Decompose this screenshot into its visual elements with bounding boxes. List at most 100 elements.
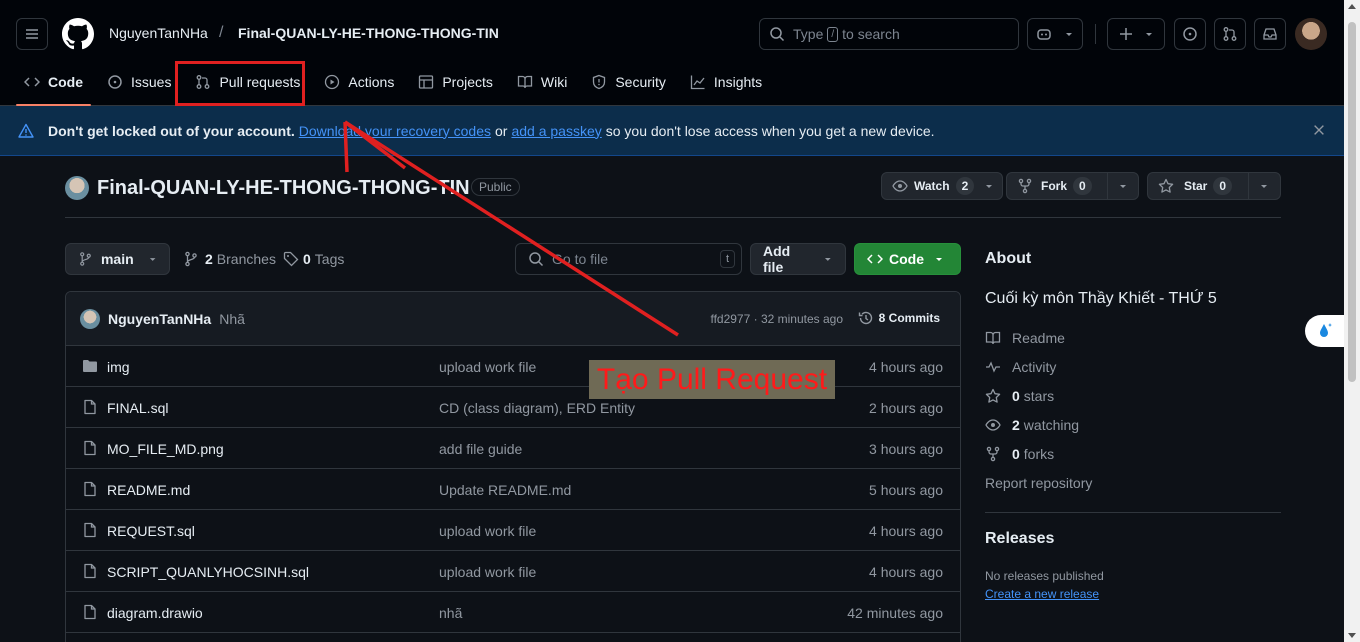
- scroll-up-arrow-icon[interactable]: [1348, 4, 1356, 9]
- scroll-down-arrow-icon[interactable]: [1348, 633, 1356, 638]
- file-commit-message[interactable]: upload work file: [439, 359, 536, 375]
- issues-button[interactable]: [1174, 18, 1206, 50]
- tags-link[interactable]: 0 Tags: [283, 251, 344, 267]
- fork-button[interactable]: Fork 0: [1006, 172, 1139, 200]
- branch-select[interactable]: main: [65, 243, 170, 275]
- tab-label: Wiki: [540, 74, 568, 90]
- file-row[interactable]: REQUEST.sql upload work file 4 hours ago: [66, 510, 960, 551]
- watching-link[interactable]: 2 watching: [985, 417, 1079, 433]
- activity-label: Activity: [1012, 359, 1057, 375]
- owner-link[interactable]: NguyenTanNHa: [109, 25, 208, 41]
- star-button[interactable]: Star 0: [1147, 172, 1281, 200]
- code-button-label: Code: [889, 251, 924, 267]
- folder-icon: [83, 360, 97, 372]
- file-name[interactable]: diagram.drawio: [107, 605, 203, 621]
- search-input[interactable]: Type / to search: [759, 18, 1019, 50]
- tab-projects[interactable]: Projects: [410, 62, 501, 102]
- repo-link[interactable]: Final-QUAN-LY-HE-THONG-THONG-TIN: [238, 25, 499, 41]
- file-commit-time: 3 hours ago: [869, 441, 943, 457]
- close-banner-button[interactable]: [1312, 123, 1326, 137]
- owner-avatar[interactable]: [65, 176, 89, 200]
- fork-count: 0: [1073, 177, 1092, 195]
- tab-security[interactable]: Security: [583, 62, 674, 102]
- chevron-down-icon: [1120, 185, 1126, 188]
- file-icon: [84, 563, 96, 579]
- copilot-button[interactable]: [1027, 18, 1083, 50]
- commit-meta[interactable]: ffd2977 · 32 minutes ago: [710, 312, 843, 326]
- file-row[interactable]: SCRIPT_QUANLYHOCSINH.sql upload work file…: [66, 551, 960, 592]
- user-avatar[interactable]: [1295, 18, 1327, 50]
- graph-icon: [690, 75, 705, 90]
- file-commit-message[interactable]: upload work file: [439, 564, 536, 580]
- inbox-button[interactable]: [1254, 18, 1286, 50]
- about-title: About: [985, 250, 1032, 267]
- tab-actions[interactable]: Actions: [316, 62, 402, 102]
- stars-link[interactable]: 0 stars: [985, 388, 1054, 404]
- tags-label: Tags: [314, 251, 345, 267]
- repo-title[interactable]: Final-QUAN-LY-HE-THONG-THONG-TIN: [97, 177, 470, 200]
- file-name[interactable]: REQUEST.sql: [107, 523, 195, 539]
- file-name[interactable]: FINAL.sql: [107, 400, 168, 416]
- tab-label: Issues: [131, 74, 172, 90]
- file-type: [82, 399, 98, 415]
- github-logo-icon[interactable]: [62, 18, 94, 50]
- file-name[interactable]: img: [107, 359, 130, 375]
- book-icon: [985, 331, 1001, 345]
- file-commit-message[interactable]: upload work file: [439, 523, 536, 539]
- file-row[interactable]: MO_FILE_MD.png add file guide 3 hours ago: [66, 428, 960, 469]
- forks-label: forks: [1023, 446, 1055, 462]
- page-scrollbar[interactable]: [1344, 0, 1360, 642]
- file-commit-message[interactable]: add file guide: [439, 441, 522, 457]
- fork-dropdown[interactable]: [1108, 173, 1138, 199]
- file-commit-message[interactable]: nhã: [439, 605, 462, 621]
- tab-code[interactable]: Code: [16, 62, 91, 106]
- forks-link[interactable]: 0 forks: [985, 446, 1054, 462]
- chevron-down-icon: [986, 185, 993, 188]
- code-icon: [867, 254, 883, 264]
- tab-label: Code: [48, 74, 83, 90]
- file-row[interactable]: README.md Update README.md 5 hours ago: [66, 469, 960, 510]
- issue-icon: [108, 75, 122, 89]
- pull-requests-button[interactable]: [1214, 18, 1246, 50]
- file-commit-message[interactable]: CD (class diagram), ERD Entity: [439, 400, 635, 416]
- star-icon: [985, 388, 1001, 403]
- file-name[interactable]: MO_FILE_MD.png: [107, 441, 224, 457]
- add-passkey-link[interactable]: add a passkey: [511, 123, 601, 139]
- branches-link[interactable]: 2 Branches: [183, 251, 276, 267]
- stars-count: 0: [1012, 388, 1020, 404]
- floating-extension-button[interactable]: [1305, 315, 1344, 347]
- file-name[interactable]: README.md: [107, 482, 190, 498]
- readme-link[interactable]: Readme: [985, 330, 1065, 346]
- fork-icon: [986, 446, 1000, 462]
- create-new-button[interactable]: [1107, 18, 1165, 50]
- commit-author-avatar[interactable]: [80, 308, 100, 329]
- go-to-file-input[interactable]: Go to file t: [515, 243, 742, 275]
- file-commit-time: 4 hours ago: [869, 564, 943, 580]
- file-name[interactable]: SCRIPT_QUANLYHOCSINH.sql: [107, 564, 309, 580]
- watch-button[interactable]: Watch 2: [881, 172, 1004, 200]
- releases-title[interactable]: Releases: [985, 530, 1054, 548]
- commit-author[interactable]: NguyenTanNHa: [108, 311, 211, 327]
- branch-name: main: [100, 251, 134, 267]
- code-button[interactable]: Code: [854, 243, 961, 275]
- file-row[interactable]: diagram.drawio nhã 42 minutes ago: [66, 592, 960, 633]
- inbox-icon: [1263, 28, 1277, 40]
- tab-insights[interactable]: Insights: [682, 62, 770, 102]
- star-dropdown[interactable]: [1249, 173, 1279, 199]
- activity-link[interactable]: Activity: [985, 359, 1056, 375]
- recovery-codes-link[interactable]: Download your recovery codes: [299, 123, 491, 139]
- tab-wiki[interactable]: Wiki: [509, 62, 575, 102]
- menu-button[interactable]: [16, 18, 48, 50]
- commit-message[interactable]: Nhã: [219, 311, 245, 327]
- shield-icon: [593, 74, 606, 90]
- file-type: [82, 522, 98, 538]
- report-repository-link[interactable]: Report repository: [985, 475, 1092, 491]
- watch-dropdown[interactable]: [984, 173, 1002, 199]
- create-release-link[interactable]: Create a new release: [985, 587, 1099, 601]
- commits-link[interactable]: 8 Commits: [858, 310, 940, 326]
- file-commit-message[interactable]: Update README.md: [439, 482, 571, 498]
- star-count: 0: [1213, 177, 1233, 195]
- add-file-button[interactable]: Add file: [750, 243, 846, 275]
- scroll-thumb[interactable]: [1348, 22, 1356, 382]
- tab-issues[interactable]: Issues: [99, 62, 179, 102]
